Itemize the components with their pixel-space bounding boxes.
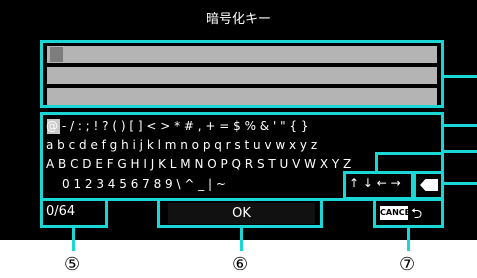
callout-direction-keys [343, 171, 414, 200]
leader-line [444, 75, 477, 78]
callout-number-7: ⑦ [399, 254, 416, 275]
callout-number-5: ⑤ [64, 254, 81, 275]
callout-number-6: ⑥ [232, 254, 249, 275]
leader-line [407, 226, 410, 251]
callout-input-area [40, 40, 444, 108]
screen-title: 暗号化キー [205, 12, 271, 27]
leader-line [444, 124, 477, 127]
leader-line [72, 226, 75, 251]
leader-line [240, 226, 243, 251]
callout-delete-key [413, 171, 444, 200]
callout-ok [157, 198, 323, 228]
callout-count [40, 198, 108, 228]
callout-cancel [373, 198, 444, 228]
leader-line [444, 150, 477, 153]
leader-line [444, 182, 477, 185]
